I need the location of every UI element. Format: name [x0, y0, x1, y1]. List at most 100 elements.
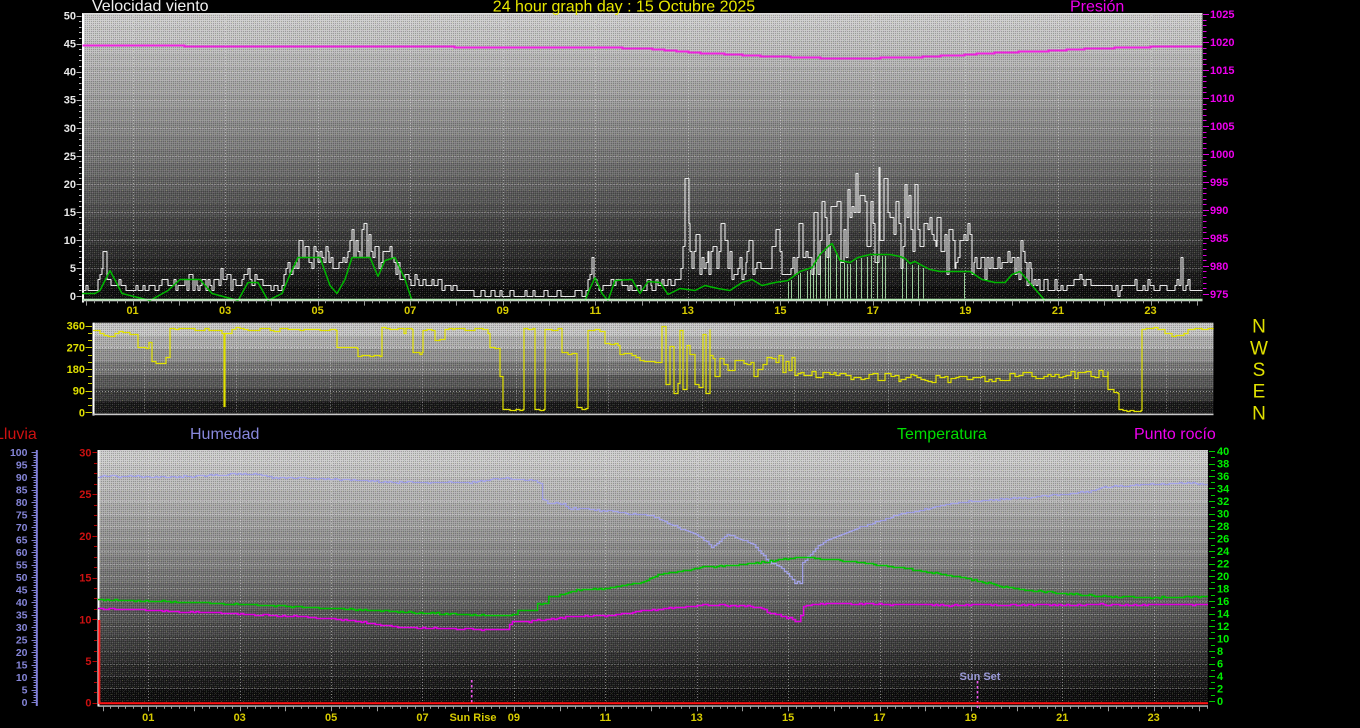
- svg-text:100: 100: [10, 447, 28, 459]
- svg-text:20: 20: [64, 179, 76, 191]
- svg-text:985: 985: [1210, 233, 1228, 245]
- svg-text:15: 15: [79, 573, 91, 585]
- svg-text:0: 0: [1217, 696, 1223, 708]
- svg-text:21: 21: [1052, 305, 1064, 317]
- svg-text:90: 90: [16, 472, 28, 484]
- svg-text:25: 25: [64, 151, 76, 163]
- svg-text:1010: 1010: [1210, 93, 1234, 105]
- svg-text:180: 180: [67, 364, 85, 376]
- svg-text:34: 34: [1217, 484, 1230, 496]
- svg-text:45: 45: [16, 584, 28, 596]
- svg-text:11: 11: [599, 712, 611, 724]
- svg-text:N: N: [1252, 317, 1266, 338]
- svg-text:15: 15: [774, 305, 786, 317]
- svg-text:0: 0: [79, 407, 85, 419]
- svg-text:17: 17: [867, 305, 879, 317]
- svg-text:40: 40: [16, 597, 28, 609]
- svg-text:W: W: [1250, 338, 1268, 359]
- svg-text:16: 16: [1217, 596, 1229, 608]
- svg-text:05: 05: [312, 305, 324, 317]
- svg-text:1020: 1020: [1210, 37, 1234, 49]
- svg-text:35: 35: [16, 609, 28, 621]
- svg-text:24 hour graph day : 15 Octubre: 24 hour graph day : 15 Octubre 2025: [493, 0, 756, 16]
- svg-text:50: 50: [16, 572, 28, 584]
- svg-text:25: 25: [16, 634, 28, 646]
- svg-text:22: 22: [1217, 559, 1229, 571]
- svg-text:270: 270: [67, 342, 85, 354]
- svg-text:26: 26: [1217, 534, 1229, 546]
- svg-text:45: 45: [64, 39, 76, 51]
- svg-text:40: 40: [1217, 446, 1229, 458]
- svg-text:65: 65: [16, 535, 28, 547]
- svg-text:Lluvia: Lluvia: [0, 426, 37, 443]
- svg-text:4: 4: [1217, 671, 1224, 683]
- svg-text:995: 995: [1210, 177, 1228, 189]
- svg-text:0: 0: [85, 698, 91, 710]
- svg-text:1015: 1015: [1210, 65, 1234, 77]
- svg-text:980: 980: [1210, 261, 1228, 273]
- svg-text:21: 21: [1056, 712, 1068, 724]
- svg-text:1000: 1000: [1210, 149, 1234, 161]
- svg-text:36: 36: [1217, 471, 1229, 483]
- svg-text:32: 32: [1217, 496, 1229, 508]
- svg-text:60: 60: [16, 547, 28, 559]
- svg-text:19: 19: [965, 712, 977, 724]
- svg-text:01: 01: [126, 305, 138, 317]
- svg-text:1025: 1025: [1210, 9, 1234, 21]
- svg-text:03: 03: [219, 305, 231, 317]
- svg-text:18: 18: [1217, 584, 1229, 596]
- svg-text:01: 01: [142, 712, 154, 724]
- svg-text:20: 20: [16, 647, 28, 659]
- svg-text:12: 12: [1217, 621, 1229, 633]
- svg-text:20: 20: [79, 531, 91, 543]
- svg-text:Punto rocío: Punto rocío: [1134, 426, 1216, 443]
- svg-text:N: N: [1252, 403, 1266, 424]
- svg-text:95: 95: [16, 460, 28, 472]
- svg-text:360: 360: [67, 321, 85, 333]
- svg-text:10: 10: [1217, 634, 1229, 646]
- svg-text:1005: 1005: [1210, 121, 1234, 133]
- svg-text:85: 85: [16, 485, 28, 497]
- svg-text:5: 5: [22, 684, 28, 696]
- svg-text:30: 30: [79, 447, 91, 459]
- svg-text:09: 09: [497, 305, 509, 317]
- svg-text:23: 23: [1144, 305, 1156, 317]
- svg-text:28: 28: [1217, 521, 1229, 533]
- svg-text:10: 10: [79, 614, 91, 626]
- svg-text:0: 0: [22, 697, 28, 709]
- svg-text:2: 2: [1217, 684, 1223, 696]
- svg-text:15: 15: [16, 659, 28, 671]
- svg-text:Sun Rise: Sun Rise: [449, 712, 496, 724]
- svg-text:35: 35: [64, 95, 76, 107]
- svg-text:75: 75: [16, 510, 28, 522]
- svg-text:0: 0: [70, 291, 76, 303]
- svg-text:990: 990: [1210, 205, 1228, 217]
- svg-text:5: 5: [70, 263, 76, 275]
- svg-text:24: 24: [1217, 546, 1230, 558]
- svg-text:30: 30: [64, 123, 76, 135]
- svg-text:5: 5: [85, 656, 91, 668]
- svg-text:09: 09: [508, 712, 520, 724]
- svg-text:07: 07: [416, 712, 428, 724]
- svg-text:50: 50: [64, 11, 76, 23]
- svg-text:55: 55: [16, 560, 28, 572]
- svg-text:30: 30: [16, 622, 28, 634]
- svg-text:Temperatura: Temperatura: [897, 426, 987, 443]
- svg-text:15: 15: [64, 207, 76, 219]
- svg-text:38: 38: [1217, 459, 1229, 471]
- svg-text:07: 07: [404, 305, 416, 317]
- svg-text:6: 6: [1217, 659, 1223, 671]
- svg-text:975: 975: [1210, 289, 1228, 301]
- svg-text:10: 10: [64, 235, 76, 247]
- svg-text:23: 23: [1148, 712, 1160, 724]
- svg-text:8: 8: [1217, 646, 1223, 658]
- svg-text:15: 15: [782, 712, 794, 724]
- svg-text:70: 70: [16, 522, 28, 534]
- svg-text:05: 05: [325, 712, 337, 724]
- svg-text:80: 80: [16, 497, 28, 509]
- svg-text:19: 19: [959, 305, 971, 317]
- svg-text:90: 90: [73, 386, 85, 398]
- svg-text:17: 17: [873, 712, 885, 724]
- svg-text:11: 11: [589, 305, 601, 317]
- svg-text:S: S: [1253, 360, 1266, 381]
